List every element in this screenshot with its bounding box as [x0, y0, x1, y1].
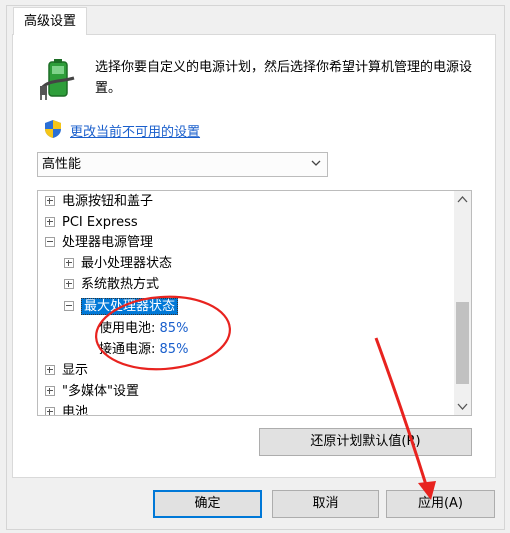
setting-label: 使用电池:	[99, 321, 156, 336]
tab-advanced-settings[interactable]: 高级设置	[13, 7, 87, 35]
expand-icon[interactable]	[45, 195, 55, 206]
tree-item-label: PCI Express	[62, 215, 138, 230]
power-plan-select[interactable]: 高性能	[37, 152, 328, 177]
advanced-settings-dialog: 高级设置 选择你要自定义的电源计划，然后选择你希望计算机管理的电源设置。 更改当…	[0, 0, 510, 533]
tree-item-processor-power[interactable]: 处理器电源管理	[45, 233, 153, 253]
collapse-icon[interactable]	[64, 300, 74, 311]
tree-scrollbar[interactable]	[454, 191, 471, 415]
expand-icon[interactable]	[45, 406, 55, 415]
scroll-down-arrow-icon[interactable]	[454, 398, 471, 415]
tree-item-min-processor-state[interactable]: 最小处理器状态	[64, 254, 172, 274]
scroll-thumb[interactable]	[456, 302, 469, 384]
apply-button[interactable]: 应用(A)	[386, 490, 495, 518]
settings-tree[interactable]: 电源按钮和盖子 PCI Express 处理器电源管理 最小处理器状态 系统散热…	[37, 190, 472, 416]
description-text: 选择你要自定义的电源计划，然后选择你希望计算机管理的电源设置。	[95, 60, 473, 96]
tree-item-label: 显示	[62, 363, 89, 378]
power-battery-icon	[40, 59, 75, 100]
expand-icon[interactable]	[45, 385, 55, 396]
scroll-up-arrow-icon[interactable]	[454, 191, 471, 208]
tree-item-label: 系统散热方式	[81, 277, 160, 292]
tree-item-display[interactable]: 显示	[45, 361, 88, 381]
tree-item-max-processor-state[interactable]: 最大处理器状态	[64, 297, 179, 317]
tree-item-label: 最小处理器状态	[81, 256, 173, 271]
tree-item-multimedia[interactable]: "多媒体"设置	[45, 382, 139, 402]
tree-item-on-battery[interactable]: 使用电池: 85%	[99, 319, 188, 339]
tree-item-label: 电池	[62, 405, 89, 416]
tree-item-label: "多媒体"设置	[62, 384, 139, 399]
tree-item-label: 处理器电源管理	[62, 235, 154, 250]
tree-item-pci-express[interactable]: PCI Express	[45, 213, 138, 233]
tree-item-label-selected: 最大处理器状态	[81, 298, 179, 315]
tree-item-plugged-in[interactable]: 接通电源: 85%	[99, 340, 188, 360]
setting-value-link[interactable]: 85%	[160, 321, 189, 336]
tree-item-cooling-policy[interactable]: 系统散热方式	[64, 275, 159, 295]
collapse-icon[interactable]	[45, 236, 55, 247]
setting-value-link[interactable]: 85%	[160, 342, 189, 357]
expand-icon[interactable]	[64, 257, 74, 268]
setting-label: 接通电源:	[99, 342, 156, 357]
ok-button[interactable]: 确定	[153, 490, 262, 518]
expand-icon[interactable]	[45, 364, 55, 375]
uac-shield-icon	[45, 120, 61, 138]
expand-icon[interactable]	[45, 216, 55, 227]
restore-defaults-button[interactable]: 还原计划默认值(R)	[259, 428, 472, 456]
tree-item-label: 电源按钮和盖子	[62, 194, 154, 209]
chevron-down-icon	[311, 160, 321, 166]
power-plan-value: 高性能	[42, 157, 82, 172]
tree-item-power-buttons[interactable]: 电源按钮和盖子	[45, 192, 153, 212]
change-unavailable-settings-link[interactable]: 更改当前不可用的设置	[70, 121, 200, 140]
expand-icon[interactable]	[64, 278, 74, 289]
cancel-button[interactable]: 取消	[272, 490, 379, 518]
tree-item-battery[interactable]: 电池	[45, 403, 89, 416]
